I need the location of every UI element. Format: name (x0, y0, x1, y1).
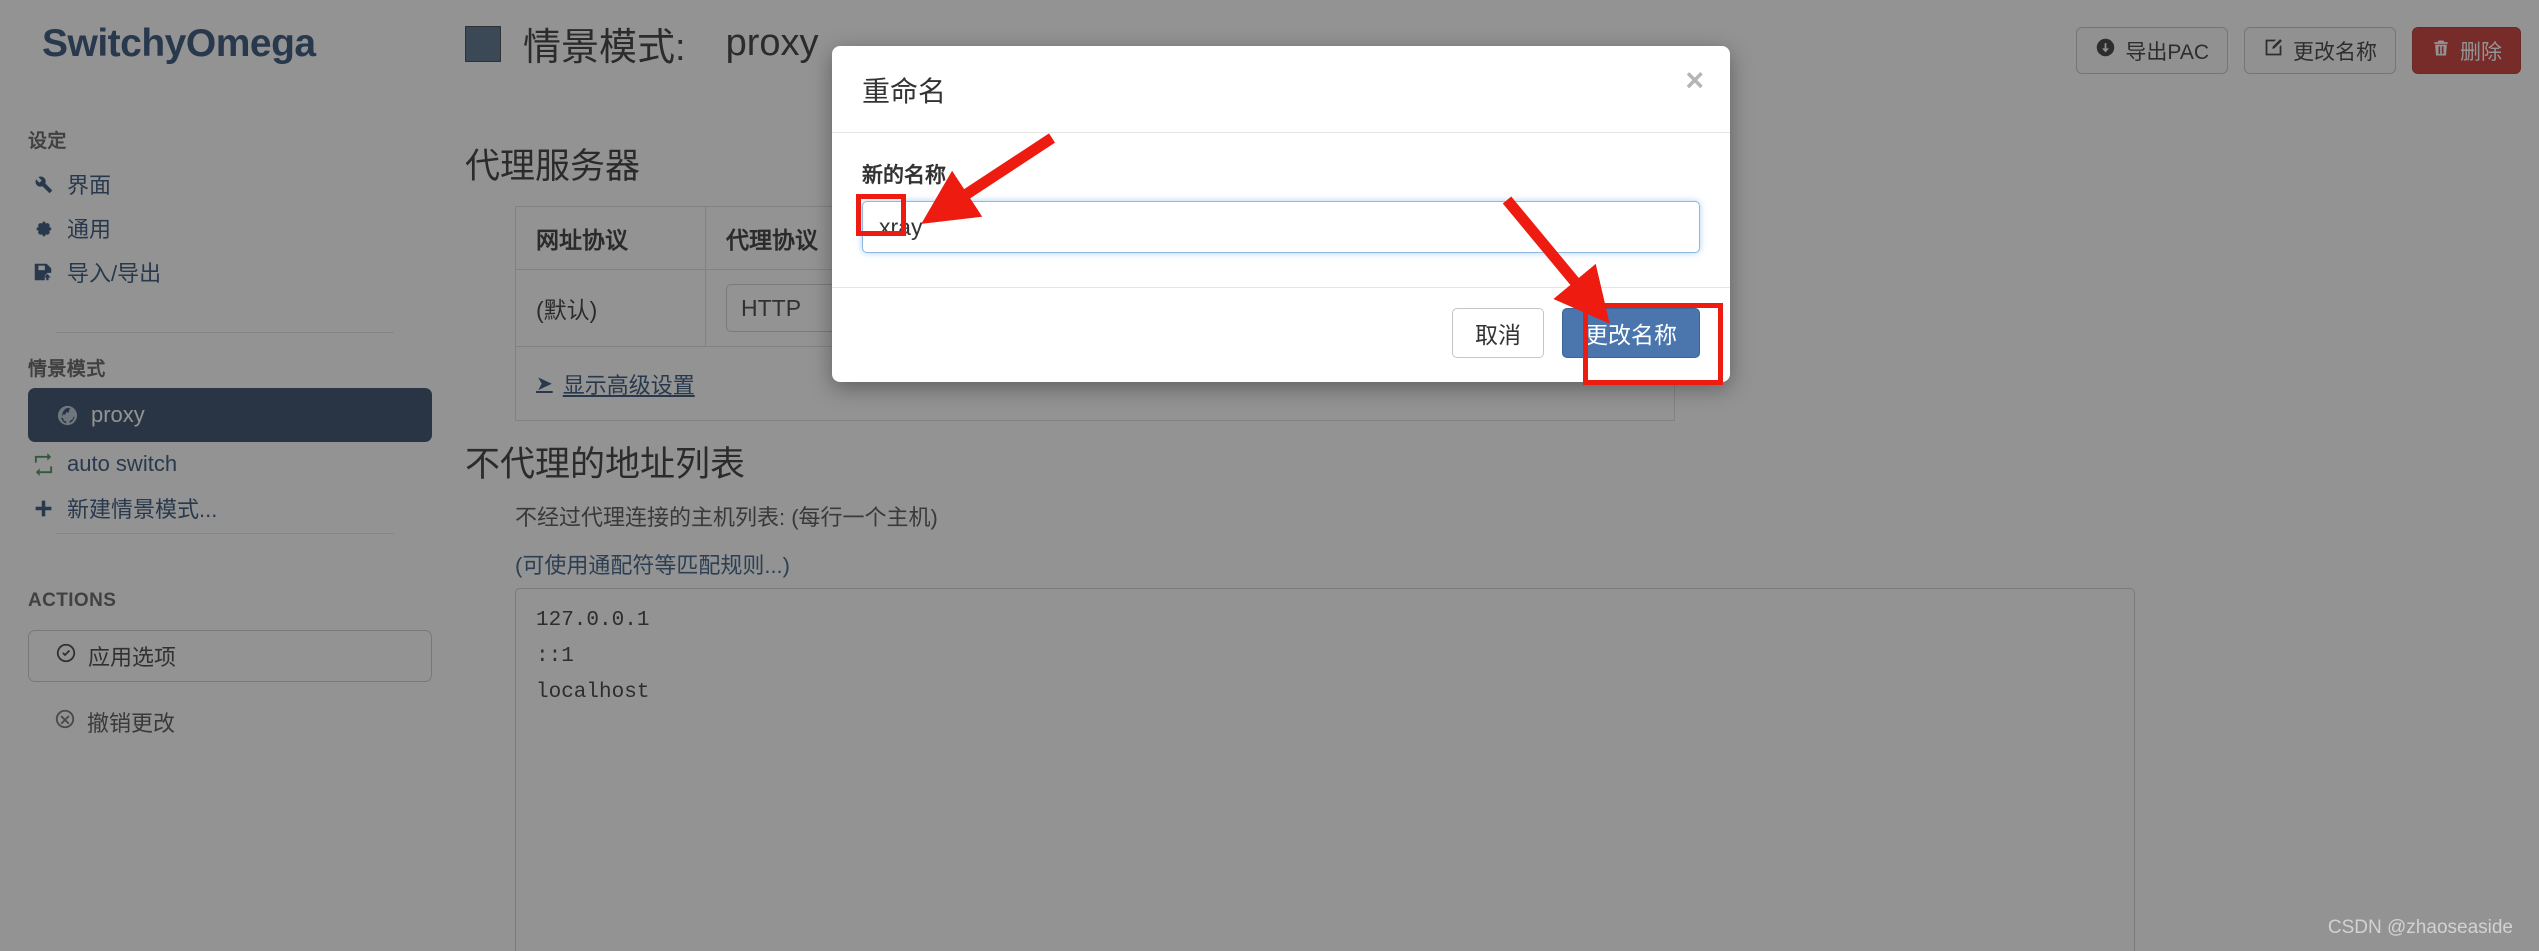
confirm-rename-button[interactable]: 更改名称 (1562, 308, 1700, 358)
cancel-button[interactable]: 取消 (1452, 308, 1544, 358)
dialog-header: 重命名 × (832, 46, 1730, 133)
close-icon[interactable]: × (1685, 64, 1704, 96)
dialog-title: 重命名 (862, 76, 947, 107)
new-name-label: 新的名称 (862, 164, 946, 187)
dialog-footer: 取消 更改名称 (832, 287, 1730, 382)
screen-root: SwitchyOmega 设定 界面 (0, 0, 2539, 951)
rename-dialog: 重命名 × 新的名称 取消 更改名称 (832, 46, 1730, 382)
watermark: CSDN @zhaoseaside (2327, 917, 2513, 938)
dialog-body: 新的名称 (832, 133, 1730, 287)
new-name-input[interactable] (862, 201, 1700, 253)
